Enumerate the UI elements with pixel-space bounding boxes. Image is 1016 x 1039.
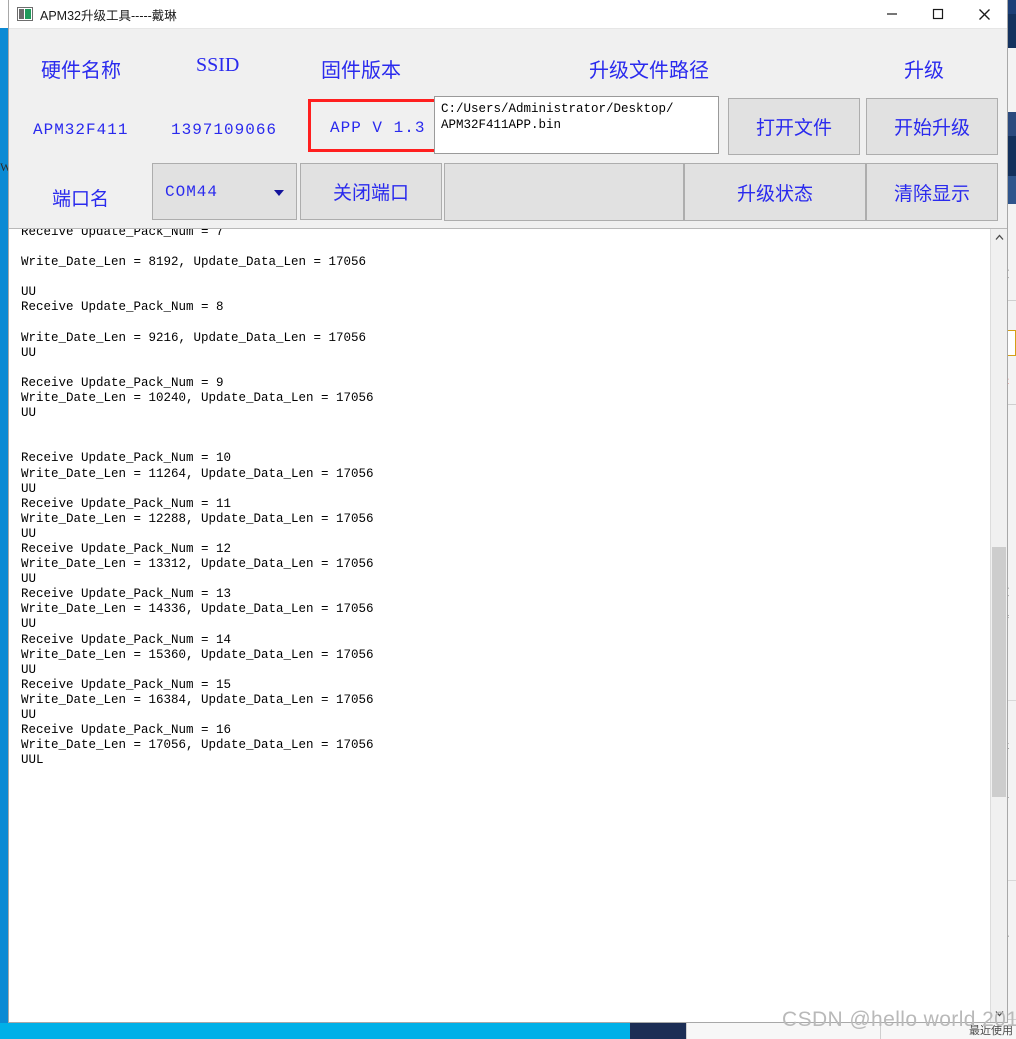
value-hardware-name: APM32F411	[33, 121, 129, 139]
window-controls	[869, 0, 1007, 28]
label-port-name: 端口名	[52, 189, 110, 210]
apm32-upgrade-tool-window: APM32升级工具-----戴琳 硬件名称 SSID 固件版本 升级文件路径 升…	[8, 0, 1008, 1023]
port-select[interactable]: COM44	[152, 163, 297, 220]
header-hardware-name: 硬件名称	[41, 60, 121, 82]
background-window-left-edge	[0, 28, 8, 1023]
header-upgrade-file-path: 升级文件路径	[589, 60, 709, 82]
file-path-field[interactable]: C:/Users/Administrator/Desktop/ APM32F41…	[434, 96, 719, 154]
upgrade-status-button[interactable]: 升级状态	[684, 163, 866, 221]
port-select-value: COM44	[165, 182, 219, 201]
clear-display-button[interactable]: 清除显示	[866, 163, 998, 221]
chevron-up-icon[interactable]	[991, 229, 1007, 246]
header-ssid: SSID	[196, 54, 240, 76]
header-upgrade: 升级	[904, 60, 944, 82]
csdn-watermark: CSDN @hello world 2012	[782, 1008, 1016, 1031]
status-placeholder-box	[444, 163, 684, 221]
window-title: APM32升级工具-----戴琳	[40, 8, 177, 23]
taskbar-active-item[interactable]	[630, 1023, 686, 1039]
close-button[interactable]	[961, 0, 1007, 28]
close-port-button[interactable]: 关闭端口	[300, 163, 442, 220]
scrollbar-thumb[interactable]	[992, 547, 1006, 797]
log-text-body: Receive Update_Pack_Num = 7 Write_Date_L…	[21, 229, 374, 768]
app-icon	[17, 7, 33, 21]
value-firmware-version: APP V 1.3	[330, 119, 426, 137]
maximize-button[interactable]	[915, 0, 961, 28]
header-firmware-version: 固件版本	[321, 60, 401, 82]
start-upgrade-button[interactable]: 开始升级	[866, 98, 998, 155]
minimize-button[interactable]	[869, 0, 915, 28]
chevron-down-icon	[274, 189, 284, 196]
control-panel: 硬件名称 SSID 固件版本 升级文件路径 升级 APM32F411 13971…	[9, 29, 1007, 229]
title-bar[interactable]: APM32升级工具-----戴琳	[9, 0, 1007, 29]
log-scrollbar[interactable]	[990, 229, 1007, 1022]
value-ssid: 1397109066	[171, 121, 278, 139]
log-output-area[interactable]: Receive Update_Pack_Num = 7 Write_Date_L…	[9, 229, 1007, 1022]
open-file-button[interactable]: 打开文件	[728, 98, 860, 155]
